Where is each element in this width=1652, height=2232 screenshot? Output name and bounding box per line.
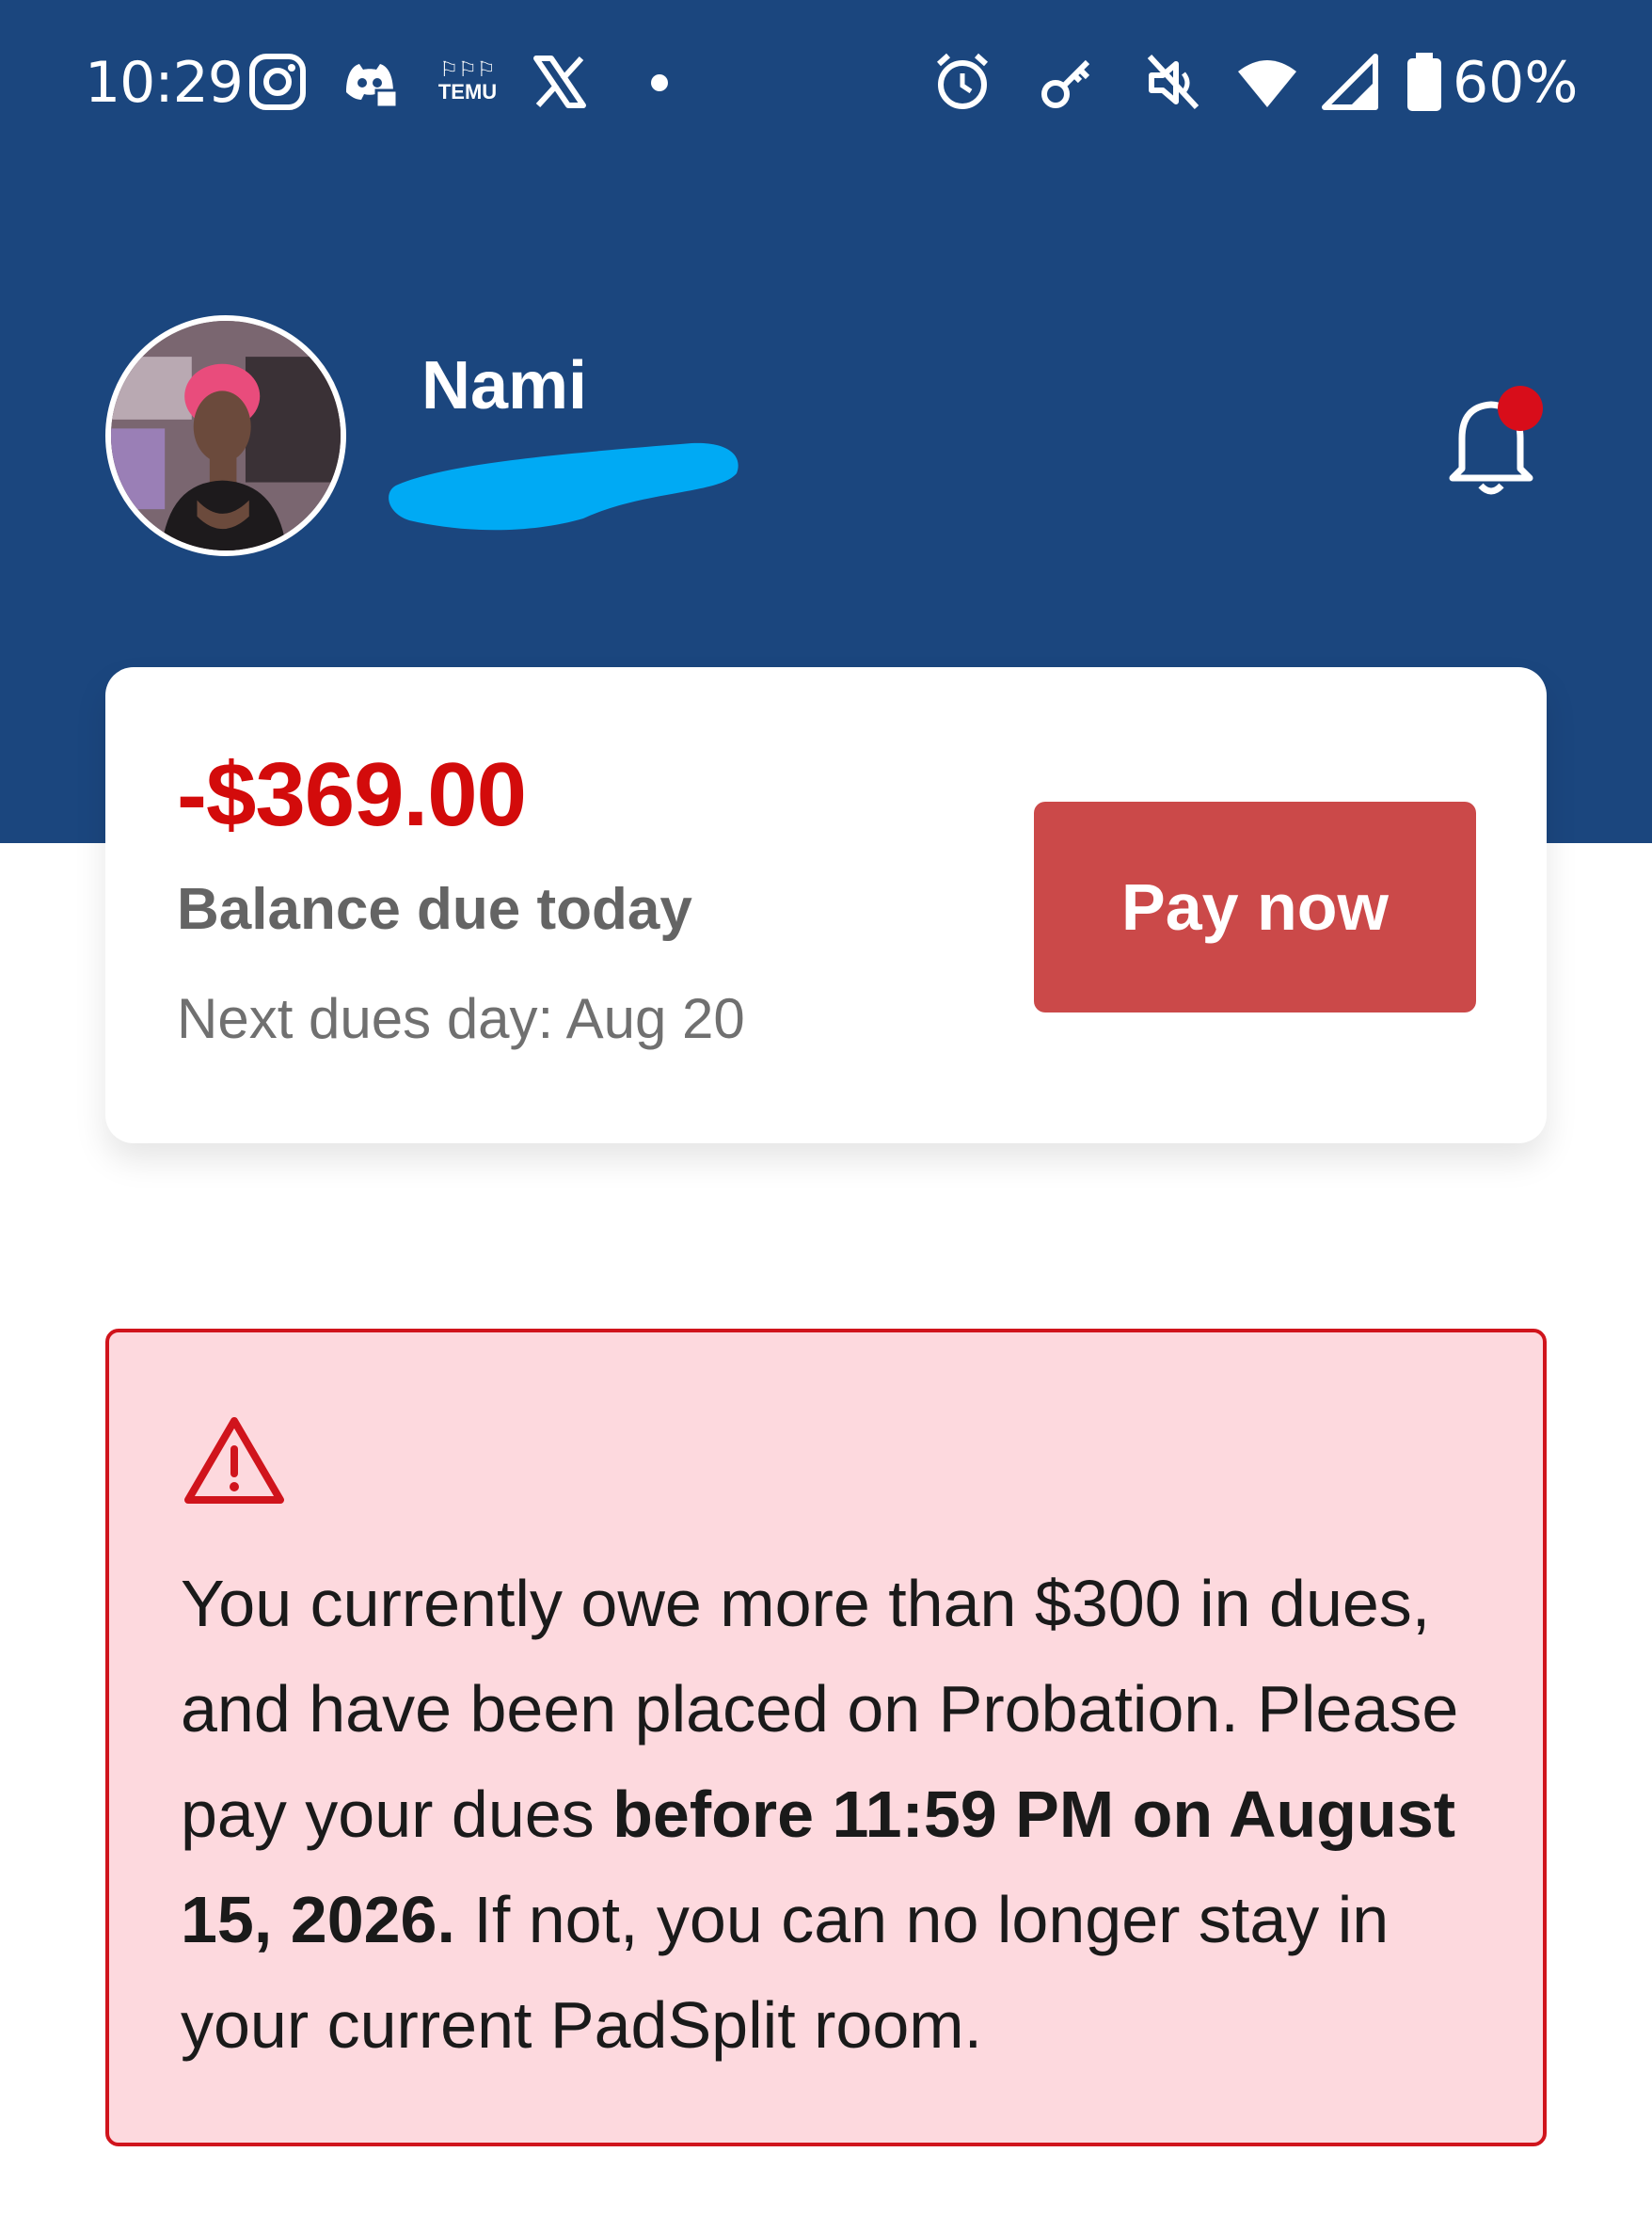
discord-icon: [339, 49, 401, 115]
wifi-icon: [1236, 49, 1298, 115]
balance-card: -$369.00 Balance due today Next dues day…: [105, 667, 1547, 1143]
status-time: 10:29: [85, 50, 244, 116]
probation-message: You currently owe more than $300 in dues…: [181, 1551, 1498, 2078]
temu-icon-symbols: ⚐⚐⚐: [439, 57, 496, 81]
mute-icon: [1142, 49, 1204, 115]
key-icon: [1037, 49, 1099, 115]
avatar[interactable]: [105, 315, 346, 556]
battery-percent: 60%: [1453, 50, 1579, 116]
next-dues-day: Next dues day: Aug 20: [177, 987, 745, 1050]
avatar-image: [111, 321, 341, 550]
pay-now-button[interactable]: Pay now: [1034, 802, 1476, 1012]
temu-icon-label: TEMU: [437, 80, 498, 104]
battery-icon: [1402, 49, 1447, 115]
status-bar: 10:29 ⚐⚐⚐ TEMU 60%: [0, 0, 1652, 169]
notification-badge: [1498, 386, 1543, 431]
temu-icon: ⚐⚐⚐ TEMU: [431, 58, 504, 105]
dot-icon: [628, 49, 691, 115]
balance-label: Balance due today: [177, 877, 692, 942]
instagram-icon: [246, 49, 309, 115]
balance-amount: -$369.00: [177, 744, 527, 845]
x-icon: [529, 49, 591, 115]
user-name: Nami: [421, 348, 588, 423]
redaction-scribble: [381, 428, 748, 550]
alarm-icon: [931, 49, 993, 115]
probation-alert: You currently owe more than $300 in dues…: [105, 1329, 1547, 2146]
signal-icon: [1319, 49, 1381, 115]
warning-icon: [183, 1413, 286, 1507]
